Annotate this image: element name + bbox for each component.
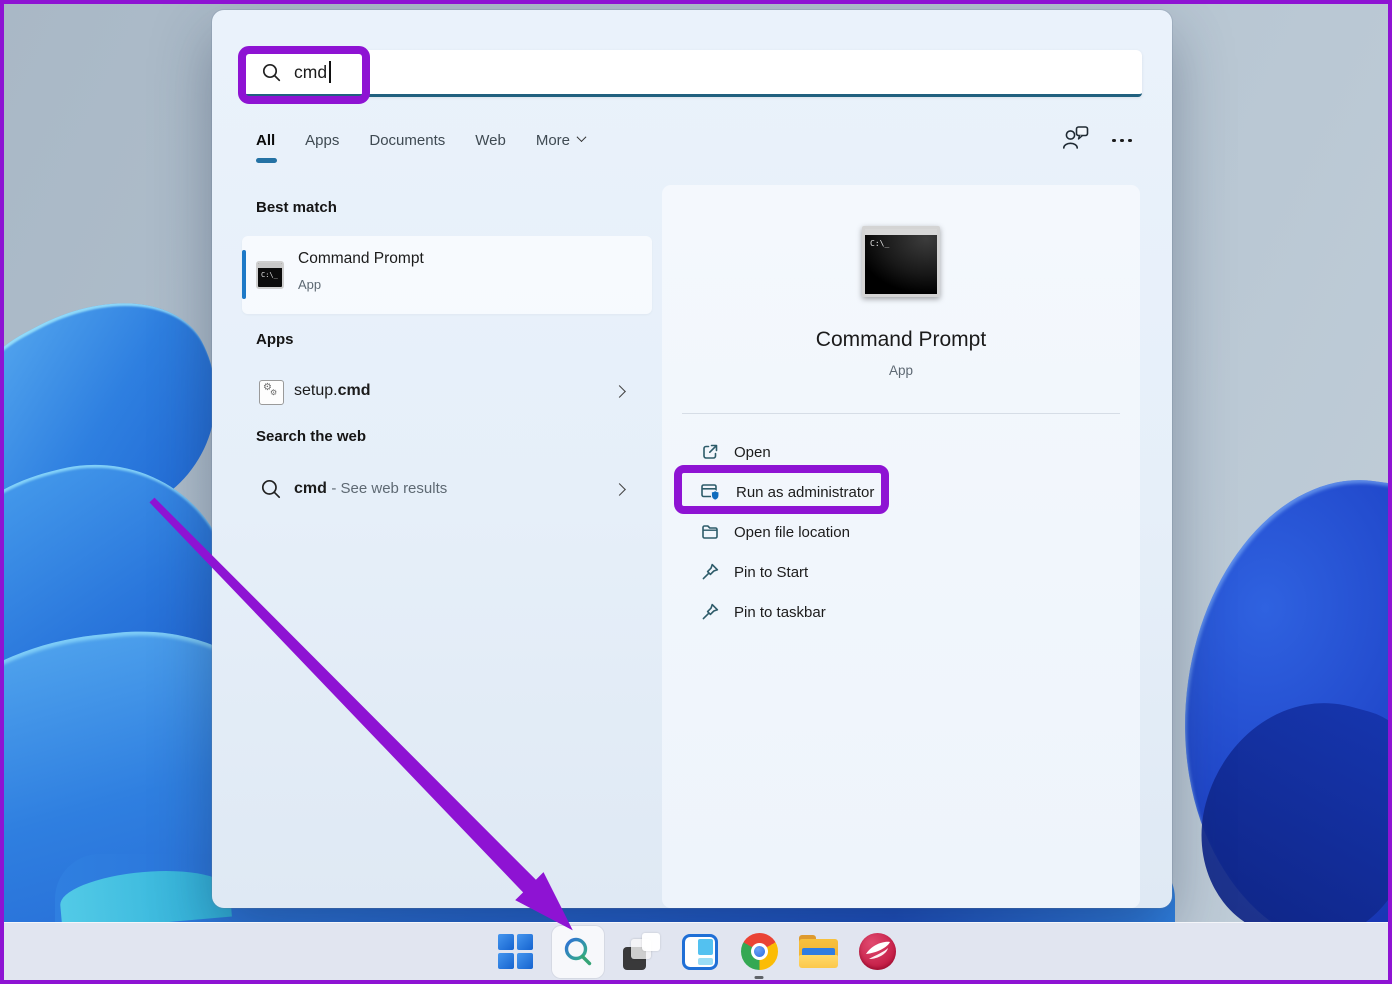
- search-filter-tabs: All Apps Documents Web More: [256, 132, 587, 163]
- search-icon: [564, 937, 592, 965]
- best-match-result[interactable]: C:\_ Command Prompt App: [242, 236, 652, 314]
- file-explorer-icon: [798, 935, 838, 968]
- chrome-icon: [740, 933, 778, 970]
- action-open-file-location[interactable]: Open file location: [662, 512, 1140, 552]
- action-open[interactable]: Open: [662, 432, 1140, 472]
- search-input[interactable]: cmd: [240, 50, 1142, 97]
- desktop-screen: cmd All Apps Documents Web More Best mat…: [0, 0, 1392, 984]
- action-run-as-administrator[interactable]: Run as administrator: [662, 472, 1140, 512]
- widgets-button[interactable]: [678, 930, 722, 974]
- tab-more[interactable]: More: [536, 132, 587, 149]
- result-subtitle: App: [298, 277, 322, 292]
- task-view-button[interactable]: [619, 930, 663, 974]
- result-title: Command Prompt: [298, 250, 424, 267]
- chevron-down-icon: [576, 132, 587, 143]
- search-query-text: cmd: [294, 61, 328, 82]
- file-explorer-button[interactable]: [796, 930, 840, 974]
- more-options-icon[interactable]: [1112, 133, 1132, 143]
- search-icon: [262, 63, 281, 81]
- tab-documents[interactable]: Documents: [369, 132, 445, 149]
- result-setup-cmd[interactable]: ⚙ ⚙ setup.cmd: [242, 370, 652, 416]
- user-feedback-icon[interactable]: [1062, 125, 1090, 150]
- open-external-icon: [703, 444, 718, 459]
- start-button[interactable]: [493, 930, 537, 974]
- chevron-right-icon: [613, 483, 626, 496]
- detail-app-title: Command Prompt: [815, 328, 987, 351]
- run-admin-shield-icon: [701, 483, 720, 501]
- search-icon: [261, 479, 281, 499]
- snagit-icon: [858, 933, 896, 970]
- apps-heading: Apps: [256, 331, 294, 348]
- snagit-button[interactable]: [855, 930, 899, 974]
- app-detail-panel: C:\_ Command Prompt App Open Run as admi…: [662, 185, 1140, 908]
- selection-accent-bar: [242, 250, 246, 299]
- taskbar: [0, 922, 1392, 980]
- search-window: cmd All Apps Documents Web More Best mat…: [212, 10, 1172, 908]
- command-prompt-icon-large: C:\_: [862, 226, 940, 297]
- tab-apps[interactable]: Apps: [305, 132, 339, 149]
- action-pin-to-taskbar[interactable]: Pin to taskbar: [662, 592, 1140, 632]
- widgets-icon: [682, 933, 718, 970]
- text-cursor: [329, 61, 331, 83]
- divider: [682, 413, 1120, 414]
- best-match-heading: Best match: [256, 199, 337, 216]
- chevron-right-icon: [613, 385, 626, 398]
- pin-icon: [702, 603, 719, 620]
- tab-all[interactable]: All: [256, 132, 278, 163]
- pin-icon: [702, 563, 719, 580]
- tab-web[interactable]: Web: [475, 132, 506, 149]
- taskbar-search-button[interactable]: [552, 925, 604, 978]
- search-web-heading: Search the web: [256, 428, 367, 445]
- action-pin-to-start[interactable]: Pin to Start: [662, 552, 1140, 592]
- folder-icon: [702, 525, 718, 539]
- batch-file-icon: ⚙ ⚙: [259, 380, 284, 405]
- command-prompt-icon: C:\_: [256, 261, 284, 289]
- windows-start-icon: [497, 934, 533, 969]
- chrome-button[interactable]: [737, 930, 781, 974]
- task-view-icon: [622, 933, 660, 970]
- result-web-search[interactable]: cmd - See web results: [242, 468, 652, 514]
- detail-app-subtitle: App: [888, 363, 914, 378]
